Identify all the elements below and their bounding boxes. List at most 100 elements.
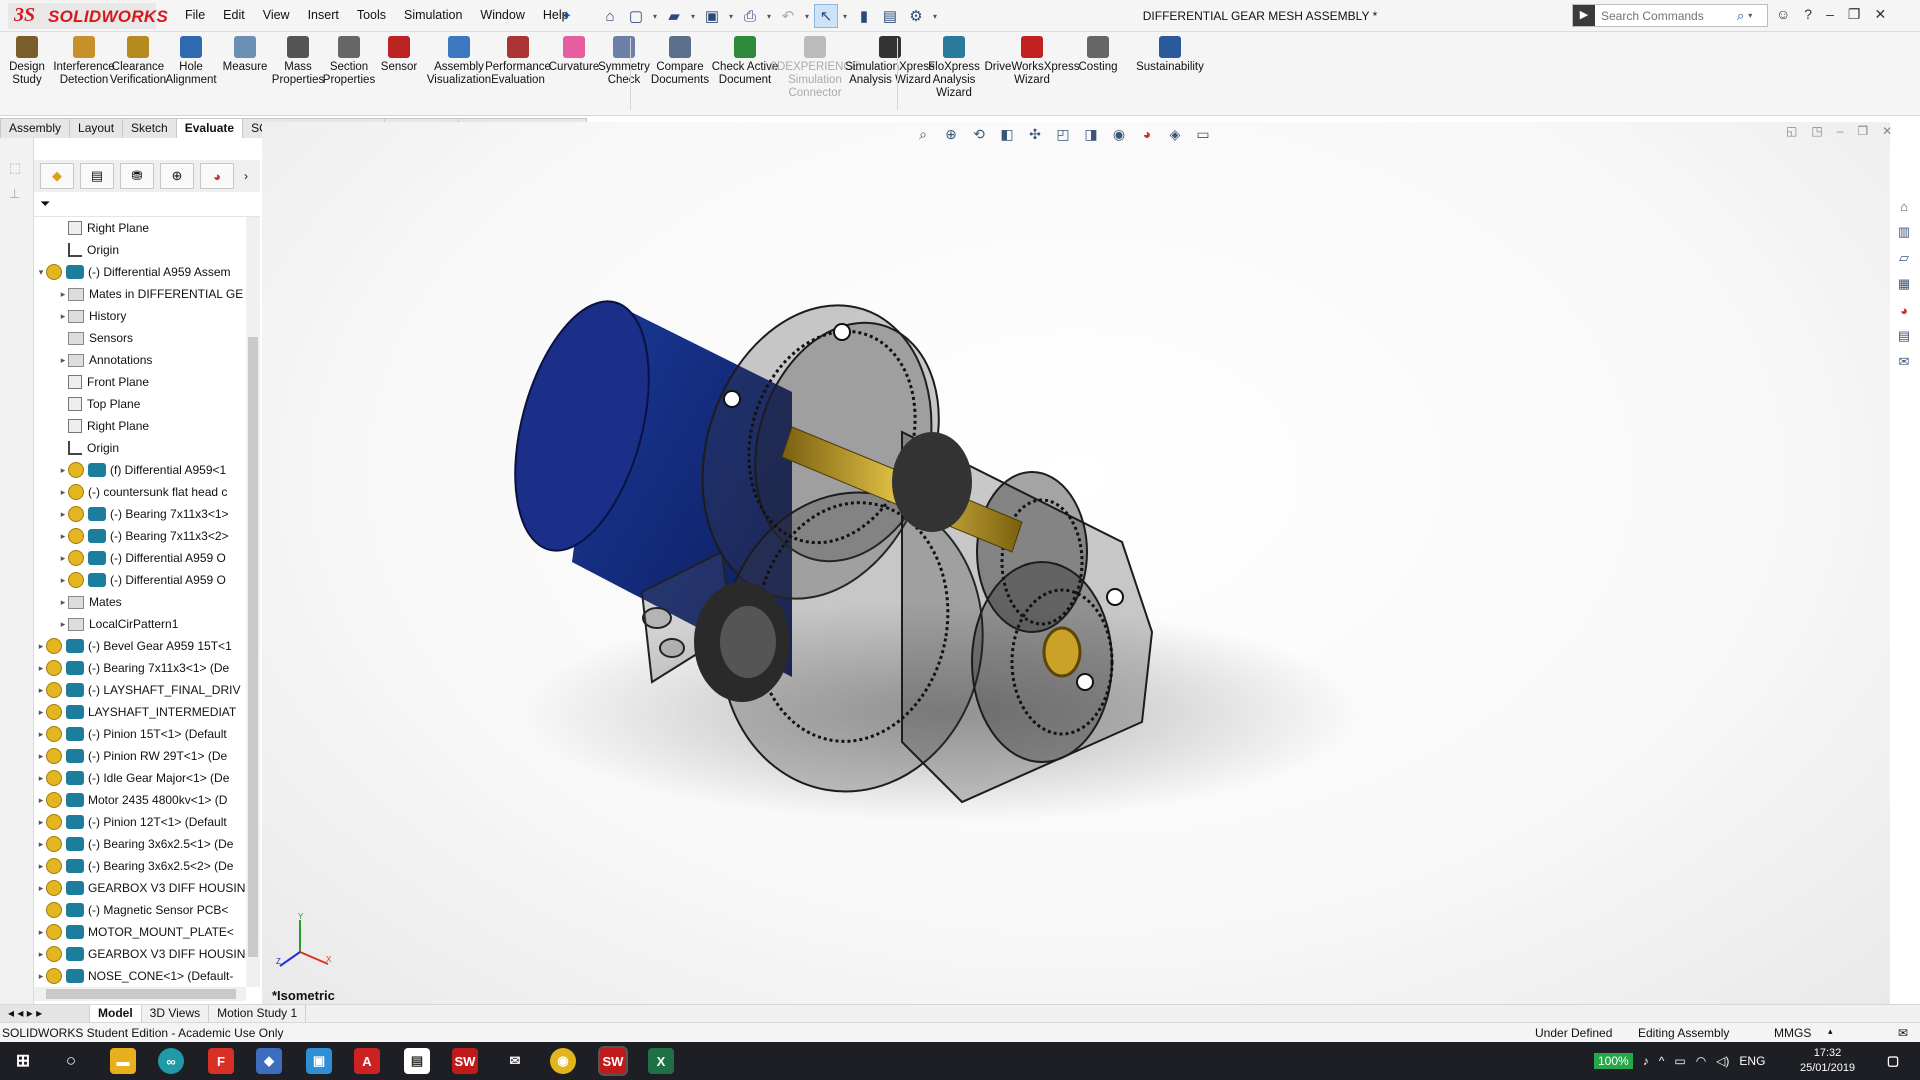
symmetry-check-button[interactable]: Symmetry Check xyxy=(596,36,652,87)
expand-arrow-icon[interactable]: ▸ xyxy=(36,861,46,872)
tab-sketch[interactable]: Sketch xyxy=(122,118,177,138)
tab-motion-study-1[interactable]: Motion Study 1 xyxy=(209,1005,307,1022)
tree-item[interactable]: ▸ (-) Bearing 7x11x3<1> xyxy=(58,503,229,525)
status-feedback-icon[interactable]: ✉ xyxy=(1898,1026,1908,1040)
expand-arrow-icon[interactable]: ▸ xyxy=(36,663,46,674)
excel-icon[interactable]: X xyxy=(648,1048,674,1074)
tree-item[interactable]: ▸ (-) Bearing 3x6x2.5<1> (De xyxy=(36,833,233,855)
assembly-visualization-button[interactable]: Assembly Visualization xyxy=(427,36,491,87)
viewport-prev-icon[interactable]: ◱ xyxy=(1786,124,1797,138)
view-orientation-icon[interactable]: ◰ xyxy=(1052,124,1074,144)
select-dropdown-icon[interactable]: ▾ xyxy=(840,12,850,21)
open-icon[interactable]: ▰ xyxy=(662,4,686,28)
home-icon[interactable]: ⌂ xyxy=(598,4,622,28)
strip-tool-icon[interactable]: ⊥ xyxy=(9,186,20,202)
new-dropdown-icon[interactable]: ▾ xyxy=(650,12,660,21)
clock[interactable]: 17:32 25/01/2019 xyxy=(1800,1046,1855,1076)
strip-tool-icon[interactable]: ⬚ xyxy=(9,160,21,176)
tree-item[interactable]: Origin xyxy=(58,437,119,459)
tree-item[interactable]: ▸ (-) Pinion 12T<1> (Default xyxy=(36,811,227,833)
appearances-icon[interactable]: ◕ xyxy=(1894,300,1914,320)
previous-view-icon[interactable]: ⟲ xyxy=(968,124,990,144)
tree-item[interactable]: ▸ (-) Pinion 15T<1> (Default xyxy=(36,723,227,745)
volume-icon[interactable]: ◁) xyxy=(1716,1054,1729,1068)
expand-arrow-icon[interactable]: ▸ xyxy=(58,531,68,542)
menu-item-tools[interactable]: Tools xyxy=(348,8,395,22)
sustainability-button[interactable]: Sustainability xyxy=(1130,36,1210,74)
solidworks-logo[interactable]: 3S SOLIDWORKS xyxy=(8,3,168,29)
tab-model[interactable]: Model xyxy=(90,1005,142,1022)
expand-arrow-icon[interactable]: ▸ xyxy=(36,839,46,850)
tree-horizontal-scrollbar[interactable] xyxy=(34,987,246,1001)
expand-arrow-icon[interactable]: ▸ xyxy=(58,311,68,322)
tree-item[interactable]: ▸ (-) Bevel Gear A959 15T<1 xyxy=(36,635,232,657)
edit-appearance-icon[interactable]: ◕ xyxy=(1136,124,1158,144)
tree-item[interactable]: ▸ MOTOR_MOUNT_PLATE< xyxy=(36,921,234,943)
viewport-next-icon[interactable]: ◳ xyxy=(1811,124,1822,138)
expand-arrow-icon[interactable]: ▸ xyxy=(36,729,46,740)
undo-icon[interactable]: ↶ xyxy=(776,4,800,28)
print-dropdown-icon[interactable]: ▾ xyxy=(764,12,774,21)
mail-icon[interactable]: ✉ xyxy=(502,1048,528,1074)
curvature-button[interactable]: Curvature xyxy=(544,36,604,74)
app-cube-icon[interactable]: ◆ xyxy=(256,1048,282,1074)
clearance-verification-button[interactable]: Clearance Verification xyxy=(108,36,168,87)
view-settings-icon[interactable]: ▭ xyxy=(1192,124,1214,144)
floxpress-analysis-wizard-button[interactable]: FloXpress Analysis Wizard xyxy=(924,36,984,100)
expand-arrow-icon[interactable]: ▸ xyxy=(58,597,68,608)
expand-arrow-icon[interactable]: ▸ xyxy=(58,509,68,520)
network-icon[interactable]: ▭ xyxy=(1674,1054,1685,1068)
tree-item[interactable]: Top Plane xyxy=(58,393,140,415)
dynamic-annotation-icon[interactable]: ✣ xyxy=(1024,124,1046,144)
expand-arrow-icon[interactable]: ▸ xyxy=(58,289,68,300)
fusion-icon[interactable]: F xyxy=(208,1048,234,1074)
expand-arrow-icon[interactable]: ▸ xyxy=(36,927,46,938)
units-dropdown-icon[interactable]: ▴ xyxy=(1828,1026,1833,1037)
custom-properties-icon[interactable]: ▤ xyxy=(1894,326,1914,346)
hide-show-icon[interactable]: ◉ xyxy=(1108,124,1130,144)
viewport-minimize-icon[interactable]: – xyxy=(1837,124,1844,138)
unit-system-selector[interactable]: MMGS xyxy=(1774,1026,1811,1040)
menu-item-view[interactable]: View xyxy=(254,8,299,22)
restore-icon[interactable]: ❐ xyxy=(1848,6,1861,23)
3dexperience-simulation-connector-button[interactable]: 3DEXPERIENCE Simulation Connector xyxy=(771,36,859,100)
apply-scene-icon[interactable]: ◈ xyxy=(1164,124,1186,144)
solidworks-resources-icon[interactable]: ⌂ xyxy=(1894,196,1914,216)
expand-arrow-icon[interactable]: ▸ xyxy=(36,773,46,784)
rebuild-icon[interactable]: ▮ xyxy=(852,4,876,28)
check-active-document-button[interactable]: Check Active Document xyxy=(710,36,780,87)
print-icon[interactable]: ⎙ xyxy=(738,4,762,28)
tree-item[interactable]: Front Plane xyxy=(58,371,149,393)
sensor-button[interactable]: Sensor xyxy=(378,36,420,74)
expand-arrow-icon[interactable]: ▾ xyxy=(36,267,46,278)
expand-arrow-icon[interactable]: ▸ xyxy=(36,817,46,828)
chrome-icon[interactable]: ◉ xyxy=(550,1048,576,1074)
tree-item[interactable]: ▸ (-) Bearing 7x11x3<2> xyxy=(58,525,229,547)
dimxpert-tab-icon[interactable]: ⊕ xyxy=(160,163,194,189)
app-docs-icon[interactable]: ▤ xyxy=(404,1048,430,1074)
forum-icon[interactable]: ✉ xyxy=(1894,352,1914,372)
tree-item[interactable]: ▸ (-) Idle Gear Major<1> (De xyxy=(36,767,229,789)
expand-arrow-icon[interactable]: ▸ xyxy=(58,487,68,498)
expand-arrow-icon[interactable]: ▸ xyxy=(58,619,68,630)
expand-arrow-icon[interactable]: ▸ xyxy=(36,685,46,696)
expand-arrow-icon[interactable]: ▸ xyxy=(36,949,46,960)
viewport-close-icon[interactable]: ✕ xyxy=(1882,124,1892,138)
viewport-restore-icon[interactable]: ❐ xyxy=(1857,124,1868,138)
tab-layout[interactable]: Layout xyxy=(69,118,124,138)
tree-item[interactable]: Right Plane xyxy=(58,217,149,239)
user-icon[interactable]: ☺ xyxy=(1776,6,1790,23)
expand-arrow-icon[interactable]: ▸ xyxy=(58,465,68,476)
tray-expand-icon[interactable]: ^ xyxy=(1659,1054,1665,1068)
tree-item[interactable]: ▸ Mates in DIFFERENTIAL GE xyxy=(58,283,244,305)
tree-item[interactable]: ▸ Annotations xyxy=(58,349,153,371)
expand-arrow-icon[interactable]: ▸ xyxy=(36,795,46,806)
property-manager-tab-icon[interactable]: ▤ xyxy=(80,163,114,189)
expand-tabs-icon[interactable]: › xyxy=(244,169,248,183)
menu-item-window[interactable]: Window xyxy=(471,8,533,22)
close-icon[interactable]: ✕ xyxy=(1874,6,1886,23)
save-icon[interactable]: ▣ xyxy=(700,4,724,28)
search-icon[interactable]: ⌕ xyxy=(1737,8,1744,24)
tab-assembly[interactable]: Assembly xyxy=(0,118,71,138)
tree-item[interactable]: ▸ Mates xyxy=(58,591,122,613)
